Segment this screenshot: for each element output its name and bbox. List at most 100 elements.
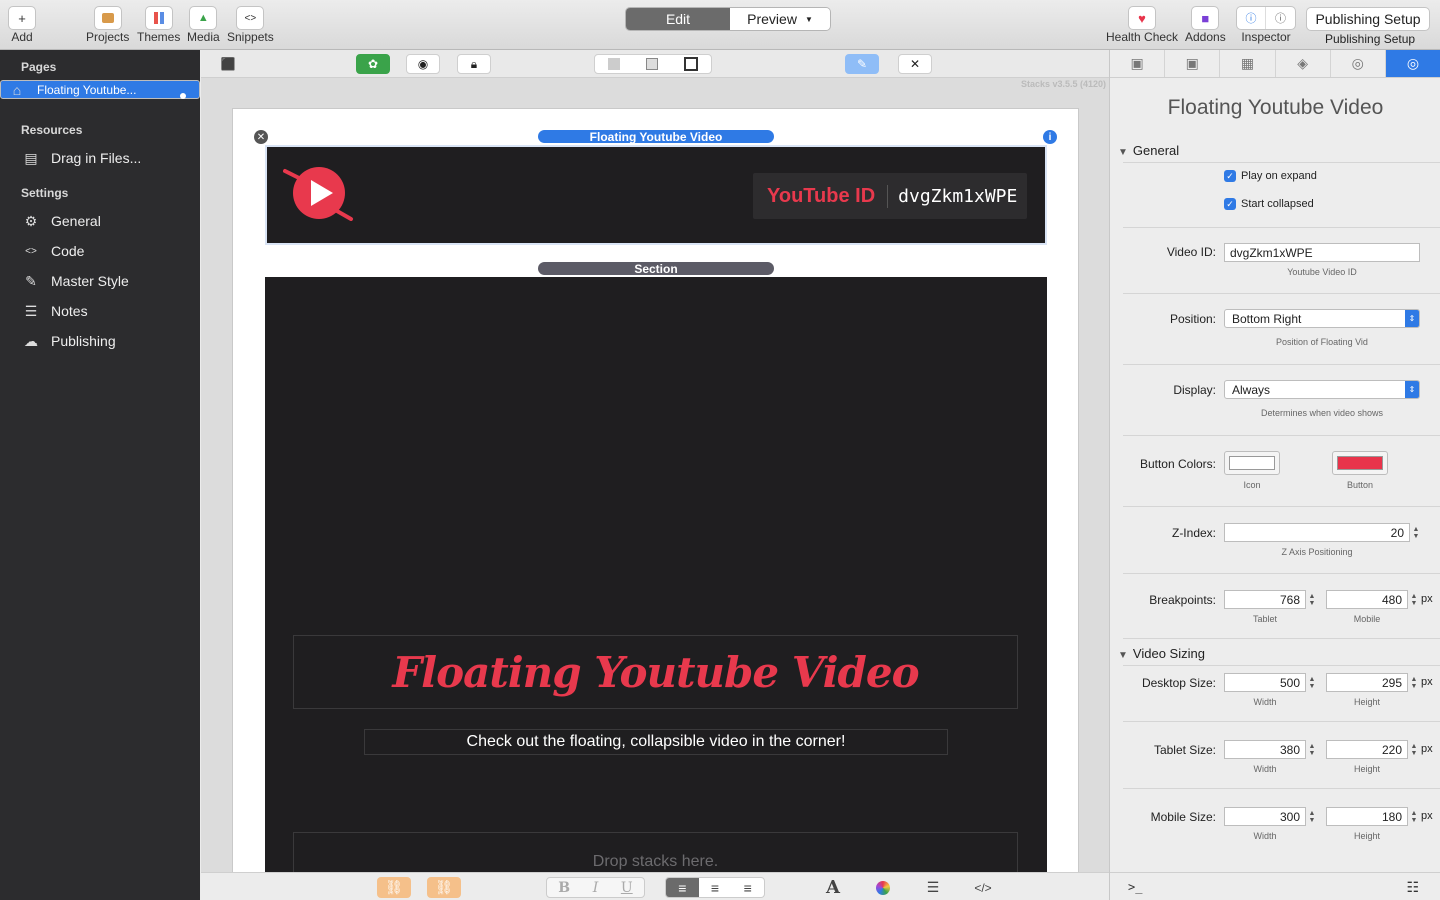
sidebar-item-master-style[interactable]: ✎ Master Style — [0, 266, 200, 296]
code-brackets-icon: <> — [236, 6, 265, 30]
zindex-field[interactable]: 20 — [1224, 523, 1410, 542]
html-button[interactable]: </> — [966, 877, 1000, 898]
drop-zone[interactable]: Drop stacks here. — [293, 832, 1018, 872]
video-sizing-group-header[interactable]: ▼ Video Sizing — [1118, 646, 1205, 661]
floating-video-stack-label[interactable]: Floating Youtube Video — [538, 130, 774, 144]
position-select[interactable]: Bottom Right ⇕ — [1224, 309, 1420, 328]
tablet-hint: Tablet — [1252, 614, 1278, 624]
subtitle-text: Check out the floating, collapsible vide… — [466, 733, 846, 750]
font-button[interactable]: A — [816, 877, 850, 898]
underline-icon[interactable]: U — [621, 880, 633, 896]
tab-page-layout-icon[interactable]: ▣ — [1110, 50, 1166, 77]
projects-button[interactable]: Projects — [86, 6, 129, 44]
divider — [1123, 665, 1440, 666]
start-collapsed-checkbox[interactable]: ✓ Start collapsed — [1224, 198, 1314, 210]
position-hint: Position of Floating Vid — [1276, 337, 1368, 347]
breakpoint-mobile-stepper[interactable]: ▲ ▼ — [1410, 590, 1418, 609]
breakpoint-tablet-stepper[interactable]: ▲ ▼ — [1308, 590, 1316, 609]
inspector-button[interactable]: ⓘ ⓘ Inspector — [1236, 6, 1296, 44]
narrow-width-icon[interactable] — [608, 58, 620, 70]
tab-tag-icon[interactable]: ◈ — [1276, 50, 1331, 77]
align-left-icon[interactable]: ≡ — [666, 878, 699, 897]
sliders-icon[interactable]: ☷ — [1406, 879, 1419, 896]
file-icon: ▤ — [24, 149, 38, 166]
section-stack-label[interactable]: Section — [538, 262, 774, 276]
add-button[interactable]: + Add — [8, 6, 36, 44]
divider — [1123, 162, 1440, 163]
tablet-width-field[interactable]: 380 — [1224, 740, 1306, 759]
info-alt-icon: ⓘ — [1275, 13, 1286, 25]
breakpoint-mobile-field[interactable]: 480 — [1326, 590, 1408, 609]
tab-stack-settings-icon[interactable]: ◎ — [1385, 50, 1440, 77]
zindex-stepper[interactable]: ▲ ▼ — [1412, 523, 1420, 542]
link-button[interactable]: ⛓ — [377, 877, 411, 898]
color-button[interactable] — [866, 877, 900, 898]
tab-target-icon[interactable]: ◎ — [1331, 50, 1386, 77]
title-stack[interactable]: Floating Youtube Video — [293, 635, 1018, 709]
mobile-width-stepper[interactable]: ▲ ▼ — [1308, 807, 1316, 826]
unlink-button[interactable]: ⛓ — [427, 877, 461, 898]
icon-color-well[interactable] — [1224, 451, 1280, 475]
tablet-height-field[interactable]: 220 — [1326, 740, 1408, 759]
sidebar-item-publishing[interactable]: ☁ Publishing — [0, 326, 200, 356]
editor-toolbar: ⬛ ✿ ◉ 🔒︎ ✎ ✕ — [201, 50, 1109, 78]
publishing-setup-button[interactable]: Publishing Setup — [1306, 7, 1430, 31]
width-hint: Width — [1253, 697, 1277, 707]
sidebar-item-code[interactable]: <> Code — [0, 236, 200, 266]
width-selector[interactable] — [594, 54, 712, 74]
tablet-height-stepper[interactable]: ▲ ▼ — [1410, 740, 1418, 759]
pencil-icon: ✎ — [856, 57, 868, 71]
section-stack[interactable]: Floating Youtube Video Check out the flo… — [265, 277, 1047, 872]
general-group-header[interactable]: ▼ General — [1118, 143, 1179, 158]
preview-toggle-button[interactable]: ◉ — [406, 54, 440, 74]
lock-button[interactable]: 🔒︎ — [457, 54, 491, 74]
edit-tab[interactable]: Edit — [626, 8, 730, 30]
sidebar-item-page[interactable]: ⌂ Floating Youtube... — [0, 80, 200, 99]
full-width-icon[interactable] — [684, 57, 698, 71]
addons-button[interactable]: ■ Addons — [1185, 6, 1226, 44]
tablet-width-stepper[interactable]: ▲ ▼ — [1308, 740, 1316, 759]
desktop-width-stepper[interactable]: ▲ ▼ — [1308, 673, 1316, 692]
close-edit-button[interactable]: ✕ — [898, 54, 932, 74]
stacks-library-button[interactable]: ✿ — [356, 54, 390, 74]
medium-width-icon[interactable] — [646, 58, 658, 70]
stack-info-icon[interactable]: i — [1043, 130, 1057, 144]
sidebar-item-notes[interactable]: ☰ Notes — [0, 296, 200, 326]
health-check-button[interactable]: ♥ Health Check — [1106, 6, 1178, 44]
stack-delete-icon[interactable]: ✕ — [254, 130, 268, 144]
list-button[interactable]: ☰ — [916, 877, 950, 898]
video-id-field[interactable]: dvgZkm1xWPE — [1224, 243, 1420, 262]
italic-icon[interactable]: I — [593, 880, 599, 896]
height-hint: Height — [1353, 831, 1380, 841]
align-right-icon[interactable]: ≡ — [731, 880, 764, 896]
preview-tab[interactable]: Preview ▼ — [730, 8, 830, 30]
mobile-height-stepper[interactable]: ▲ ▼ — [1410, 807, 1418, 826]
play-on-expand-checkbox[interactable]: ✓ Play on expand — [1224, 170, 1317, 182]
sidebar-item-drag-files[interactable]: ▤ Drag in Files... — [0, 143, 200, 173]
floating-video-stack[interactable]: YouTube ID dvgZkm1xWPE — [265, 145, 1047, 245]
display-select[interactable]: Always ⇕ — [1224, 380, 1420, 399]
desktop-width-field[interactable]: 500 — [1224, 673, 1306, 692]
edit-mode-button[interactable]: ✎ — [845, 54, 879, 74]
box-icon — [93, 6, 122, 30]
desktop-height-stepper[interactable]: ▲ ▼ — [1410, 673, 1418, 692]
stack-library-button[interactable]: ⬛ — [213, 54, 243, 74]
bold-icon[interactable]: B — [558, 880, 570, 896]
sidebar-item-general[interactable]: ⚙ General — [0, 206, 200, 236]
align-center-icon[interactable]: ≡ — [699, 880, 732, 896]
zindex-hint: Z Axis Positioning — [1281, 547, 1353, 557]
unlink-icon: ⛓ — [435, 879, 453, 895]
themes-button[interactable]: Themes — [137, 6, 180, 44]
breakpoint-tablet-field[interactable]: 768 — [1224, 590, 1306, 609]
desktop-height-field[interactable]: 295 — [1326, 673, 1408, 692]
mobile-width-field[interactable]: 300 — [1224, 807, 1306, 826]
snippets-button[interactable]: <> Snippets — [227, 6, 274, 44]
disclosure-triangle-icon: ▼ — [1118, 650, 1128, 661]
subtitle-stack[interactable]: Check out the floating, collapsible vide… — [364, 729, 948, 755]
media-button[interactable]: ▲ Media — [187, 6, 220, 44]
tab-page-info-icon[interactable]: ▣ — [1165, 50, 1221, 77]
mobile-height-field[interactable]: 180 — [1326, 807, 1408, 826]
button-color-well[interactable] — [1332, 451, 1388, 475]
console-button[interactable]: >_ — [1128, 880, 1142, 894]
tab-layout-icon[interactable]: ▦ — [1220, 50, 1276, 77]
